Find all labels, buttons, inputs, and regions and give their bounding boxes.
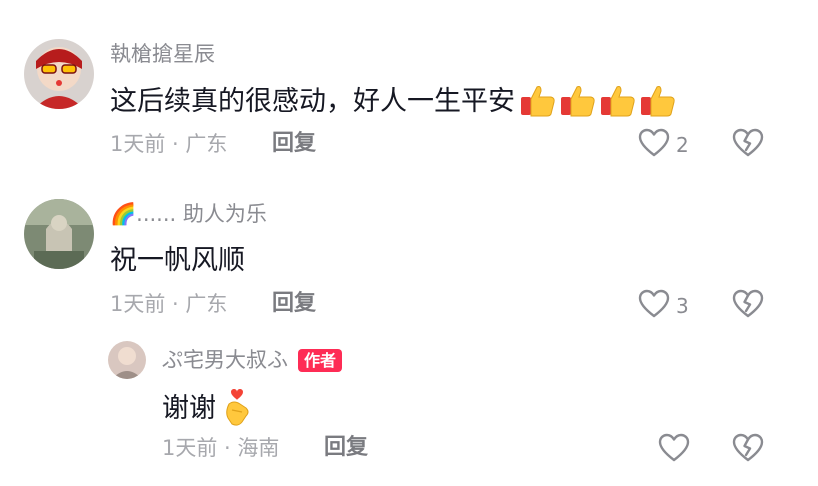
heart-icon [638, 289, 670, 323]
comment-text: 祝一帆风顺 [110, 245, 245, 276]
broken-heart-icon [732, 128, 764, 162]
broken-heart-icon [732, 433, 764, 467]
avatar[interactable] [108, 341, 146, 379]
comment-2: 🌈...... 助人为乐 祝一帆风顺 1天前 · 广东 回复 3 ぷ宅男大叔ふ … [0, 180, 818, 486]
avatar[interactable] [24, 199, 94, 269]
like-count: 2 [676, 133, 689, 157]
dislike-button[interactable] [732, 289, 764, 323]
thumbs-up-icon [599, 83, 637, 119]
comment-text-row: 这后续真的很感动，好人一生平安 [110, 83, 677, 119]
like-button[interactable]: 2 [638, 128, 689, 162]
dislike-button[interactable] [732, 128, 764, 162]
reply-button[interactable]: 回复 [324, 437, 368, 459]
heart-icon [638, 128, 670, 162]
broken-heart-icon [732, 289, 764, 323]
thumbs-up-icon [559, 83, 597, 119]
reply-button[interactable]: 回复 [272, 133, 316, 155]
username[interactable]: ぷ宅男大叔ふ [162, 350, 288, 371]
avatar[interactable] [24, 39, 94, 109]
like-button[interactable]: 3 [638, 289, 689, 323]
username[interactable]: 🌈...... 助人为乐 [110, 204, 267, 225]
finger-heart-icon [222, 388, 254, 428]
comment-1: 執槍搶星辰 这后续真的很感动，好人一生平安 1天前 · 广东 回复 2 [0, 0, 818, 180]
comment-text: 这后续真的很感动，好人一生平安 [110, 85, 515, 117]
thumbs-up-icon [639, 83, 677, 119]
reply-button[interactable]: 回复 [272, 293, 316, 315]
comment-meta: 1天前 · 广东 [110, 132, 228, 156]
heart-icon [658, 433, 690, 467]
reply-item: ぷ宅男大叔ふ 作者 谢谢 1天前 · 海南 回复 [0, 336, 818, 486]
reply-text-row: 谢谢 [162, 388, 254, 428]
like-button[interactable] [658, 433, 690, 467]
thumbs-up-icon [519, 83, 557, 119]
author-badge: 作者 [298, 349, 343, 372]
reply-meta: 1天前 · 海南 [162, 436, 280, 460]
username[interactable]: 執槍搶星辰 [110, 44, 215, 65]
reply-header: ぷ宅男大叔ふ 作者 [162, 349, 343, 372]
like-count: 3 [676, 294, 689, 318]
reply-text: 谢谢 [162, 392, 216, 424]
comment-meta: 1天前 · 广东 [110, 292, 228, 316]
dislike-button[interactable] [732, 433, 764, 467]
